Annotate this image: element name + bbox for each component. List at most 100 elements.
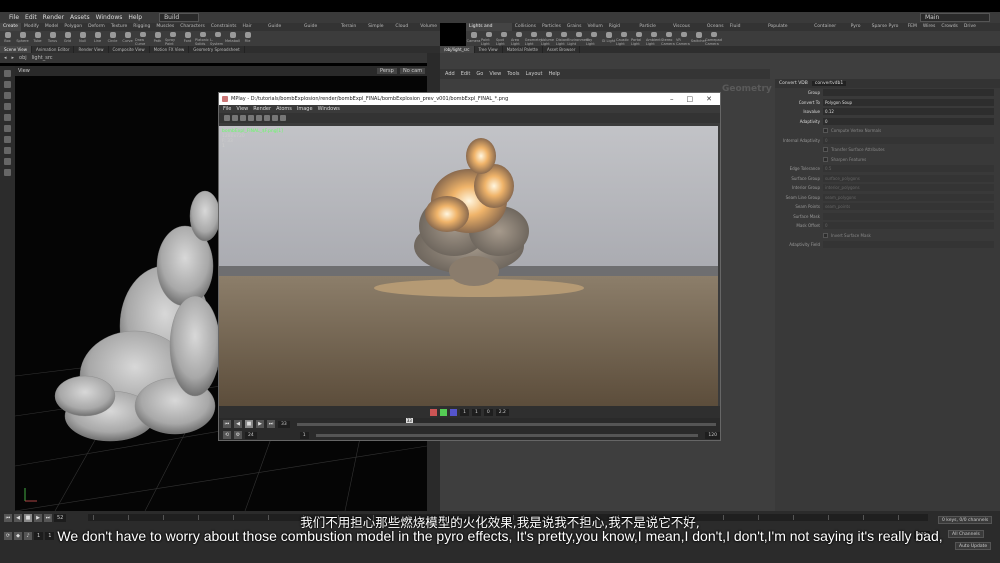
shelf-tool-area-light[interactable]: Area Light <box>511 31 526 46</box>
network-menu-edit[interactable]: Edit <box>461 71 471 77</box>
shelf-tool-metaball[interactable]: Metaball <box>225 31 240 46</box>
camera-dropdown[interactable]: No cam <box>400 68 426 74</box>
frame-field[interactable]: 33 <box>278 420 290 428</box>
shelf-tab-grains[interactable]: Grains <box>564 23 585 31</box>
scale-tool-icon[interactable] <box>4 103 11 110</box>
shelf-tab-polygon[interactable]: Polygon <box>61 23 85 31</box>
shelf-tab-lights-and-cameras[interactable]: Lights and Cameras <box>466 23 512 37</box>
shelf-tab-fluid-containers[interactable]: Fluid Containers <box>727 23 765 37</box>
shelf-tab-pyro-fx[interactable]: Pyro FX <box>848 23 869 37</box>
param-field-seam-points[interactable]: seam_points <box>823 203 994 211</box>
shelf-tab-crowds[interactable]: Crowds <box>938 23 961 31</box>
network-menu-layout[interactable]: Layout <box>526 71 543 77</box>
pane-tab-geometry-spreadsheet[interactable]: Geometry Spreadsheet <box>189 46 245 53</box>
shelf-tool-tube[interactable]: Tube <box>30 31 45 46</box>
mplay-frame-slider[interactable]: 33 <box>296 417 716 426</box>
param-toggle[interactable] <box>823 232 828 238</box>
shelf-tab-collisions[interactable]: Collisions <box>512 23 539 31</box>
shelf-tab-fem[interactable]: FEM <box>905 23 920 31</box>
param-field-interior-group[interactable]: interior_polygons <box>823 184 994 192</box>
info-icon[interactable] <box>264 115 270 121</box>
menu-render[interactable]: Render <box>40 14 67 21</box>
shelf-tab-hair-utils[interactable]: Hair Utils <box>240 23 265 37</box>
shelf-tab-deform[interactable]: Deform <box>85 23 108 31</box>
view-mode-icon[interactable] <box>224 115 230 121</box>
shelf-tool-null[interactable]: Null <box>75 31 90 46</box>
red-channel-icon[interactable] <box>430 408 438 416</box>
shelf-tab-texture[interactable]: Texture <box>108 23 130 31</box>
shelf-tab-cloud-fx[interactable]: Cloud FX <box>392 23 417 37</box>
shelf-tool-vr-camera[interactable]: VR Camera <box>676 31 691 46</box>
shelf-tool-circle[interactable]: Circle <box>105 31 120 46</box>
view-tool-icon[interactable] <box>4 136 11 143</box>
shelf-tool-box[interactable]: Box <box>0 31 15 46</box>
shelf-tool-line[interactable]: Line <box>90 31 105 46</box>
network-menu-view[interactable]: View <box>489 71 501 77</box>
mplay-image-viewer[interactable]: bombExpl_FINAL_$F.png[1] 1280x720 F: 33 … <box>219 126 718 406</box>
shelf-tab-characters[interactable]: Characters <box>177 23 208 31</box>
menu-edit[interactable]: Edit <box>22 14 40 21</box>
network-menu-go[interactable]: Go <box>476 71 483 77</box>
select-tool-icon[interactable] <box>4 70 11 77</box>
frame-marker[interactable]: 33 <box>405 417 413 423</box>
path-obj[interactable]: obj <box>19 55 27 61</box>
shelf-tool-stereo-camera[interactable]: Stereo Camera <box>661 31 676 46</box>
forward-icon[interactable]: ▸ <box>12 55 15 61</box>
shelf-tool-file[interactable]: File <box>240 31 255 46</box>
pane-tab-obj-light-src[interactable]: /obj/light_src <box>440 46 475 53</box>
shelf-tab-muscles[interactable]: Muscles <box>153 23 177 31</box>
param-field-adaptivity-field[interactable] <box>823 241 994 249</box>
pane-tab-asset-browser[interactable]: Asset Browser <box>543 46 581 53</box>
path-node[interactable]: light_src <box>32 55 53 61</box>
param-field-convert-to[interactable]: Polygon Soup <box>823 98 994 106</box>
param-toggle[interactable] <box>823 147 828 153</box>
shelf-tool-geometry-light[interactable]: Geometry Light <box>525 31 542 46</box>
pane-tab-motion-fx-view[interactable]: Motion FX View <box>150 46 190 53</box>
shelf-tool-spray-paint[interactable]: Spray Paint <box>165 31 180 46</box>
param-field-group[interactable] <box>823 89 994 97</box>
lut-icon[interactable] <box>272 115 278 121</box>
param-field-edge-tolerance[interactable]: 0.5 <box>823 165 994 173</box>
param-toggle[interactable] <box>823 156 828 162</box>
range-end-field[interactable]: 120 <box>705 431 720 439</box>
shelf-tool-switcher[interactable]: Switcher <box>691 31 706 46</box>
pane-tab-material-palette[interactable]: Material Palette <box>503 46 543 53</box>
compare-icon[interactable] <box>240 115 246 121</box>
last-frame-button[interactable]: ⏭ <box>267 420 275 428</box>
menu-windows[interactable]: Windows <box>93 14 126 21</box>
first-frame-button[interactable]: ⏮ <box>223 420 231 428</box>
menu-file[interactable]: File <box>6 14 22 21</box>
shelf-tab-particle-fluids[interactable]: Particle Fluids <box>636 23 670 37</box>
range-slider[interactable] <box>315 433 699 437</box>
pane-tab-animation-editor[interactable]: Animation Editor <box>32 46 75 53</box>
pane-tab-tree-view[interactable]: Tree View <box>475 46 503 53</box>
shelf-tool-ambient-light[interactable]: Ambient Light <box>646 31 661 46</box>
desktop-dropdown[interactable]: Build <box>159 13 200 22</box>
param-field-internal-adaptivity[interactable]: 0 <box>823 136 994 144</box>
menu-help[interactable]: Help <box>125 14 145 21</box>
shelf-tool-curve[interactable]: Curve <box>120 31 135 46</box>
shelf-tab-terrain-fx[interactable]: Terrain FX <box>338 23 365 37</box>
shelf-tool-sphere[interactable]: Sphere <box>15 31 30 46</box>
snap-tool-icon[interactable] <box>4 147 11 154</box>
shelf-tab-particles[interactable]: Particles <box>539 23 564 31</box>
shelf-tool-font[interactable]: Font <box>180 31 195 46</box>
param-toggle[interactable] <box>823 128 828 134</box>
pane-tab-composite-view[interactable]: Composite View <box>109 46 150 53</box>
shelf-tool-camera[interactable]: Camera <box>466 31 481 46</box>
range-start-field[interactable]: 1 <box>299 431 309 439</box>
move-tool-icon[interactable] <box>4 81 11 88</box>
mplay-menu-atoms[interactable]: Atoms <box>276 106 292 112</box>
shelf-tool-draw-curve[interactable]: Draw Curve <box>135 31 150 46</box>
rotate-tool-icon[interactable] <box>4 92 11 99</box>
back-icon[interactable]: ◂ <box>4 55 7 61</box>
shelf-tool-sky-light[interactable]: Sky Light <box>586 31 601 46</box>
brush-tool-icon[interactable] <box>4 158 11 165</box>
shelf-tool-spot-light[interactable]: Spot Light <box>496 31 511 46</box>
mplay-menu-view[interactable]: View <box>236 106 248 112</box>
shelf-tab-viscous-fluids[interactable]: Viscous Fluids <box>670 23 704 37</box>
shelf-tab-drive-simulation[interactable]: Drive Simulation <box>961 23 1000 37</box>
shelf-tool-environment-light[interactable]: Environment Light <box>567 31 590 46</box>
handle-tool-icon[interactable] <box>4 114 11 121</box>
shelf-tab-wires[interactable]: Wires <box>920 23 938 31</box>
